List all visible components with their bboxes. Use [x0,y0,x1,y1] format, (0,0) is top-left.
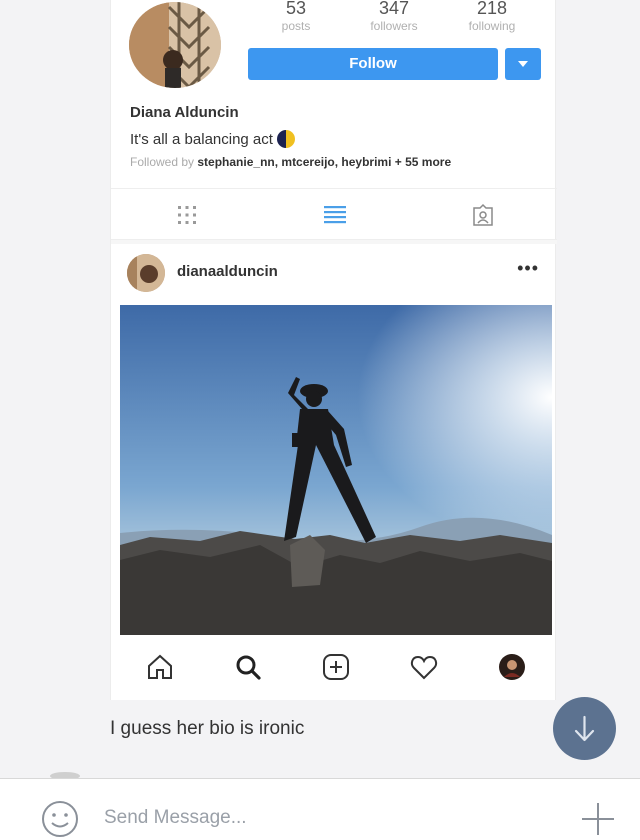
arrow-down-icon [574,715,595,742]
following-count: 218 [476,0,508,16]
profile-tabs [111,188,557,240]
post-avatar[interactable] [127,254,165,292]
follow-button[interactable]: Follow [248,48,498,80]
followers-count: 347 [378,0,410,16]
posts-label: posts [281,19,311,33]
chat-screen: 53 posts 347 followers 218 following Fol… [0,0,640,840]
list-icon[interactable] [323,203,347,227]
message-composer: Send Message... [0,778,640,840]
following-label: following [468,19,516,33]
followers-label: followers [370,19,418,33]
post-photo[interactable] [120,305,552,635]
post-username[interactable]: dianaalduncin [177,263,278,280]
app-bottom-nav [111,636,557,700]
stat-posts[interactable]: 53 posts [271,0,321,33]
plus-icon[interactable] [578,799,618,839]
bio-text: It's all a balancing act [130,130,273,148]
posts-count: 53 [285,0,307,16]
shared-profile-screenshot[interactable]: 53 posts 347 followers 218 following Fol… [110,0,557,700]
heart-icon[interactable] [409,652,439,682]
stat-following[interactable]: 218 following [457,0,527,33]
home-icon[interactable] [145,652,175,682]
followed-prefix: Followed by [130,155,195,169]
emoji-icon[interactable] [40,799,80,839]
profile-avatar[interactable] [497,652,527,682]
scroll-to-bottom-button[interactable] [553,697,616,760]
profile-avatar [129,2,221,88]
followed-names[interactable]: stephanie_nn, mtcereijo, heybrimi [197,155,391,169]
followed-more[interactable]: + 55 more [395,155,451,169]
ellipsis-icon[interactable]: ••• [517,258,539,279]
grid-icon[interactable] [175,203,199,227]
add-icon[interactable] [321,652,351,682]
search-icon[interactable] [233,652,263,682]
profile-name: Diana Alduncin [130,104,239,121]
stat-followers[interactable]: 347 followers [359,0,429,33]
chat-message-text: I guess her bio is ironic [110,718,305,739]
message-input[interactable]: Send Message... [104,807,247,829]
tagged-icon[interactable] [471,203,495,227]
post-header: dianaalduncin ••• [111,244,557,302]
followed-by[interactable]: Followed by stephanie_nn, mtcereijo, hey… [130,155,451,169]
moon-emoji-icon [276,130,295,148]
follow-dropdown-button[interactable] [505,48,541,80]
profile-bio: It's all a balancing act [130,130,295,148]
